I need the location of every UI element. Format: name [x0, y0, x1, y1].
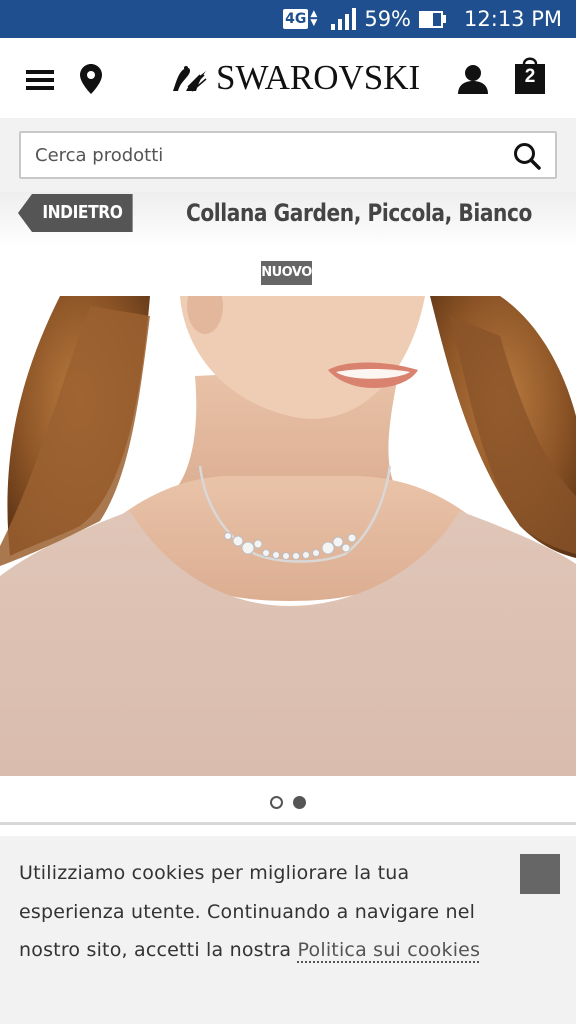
cookie-banner: Utilizziamo cookies per migliorare la tu…	[0, 836, 576, 1024]
shopping-bag-icon[interactable]: 2	[514, 54, 546, 94]
cookie-policy-link[interactable]: Politica sui cookies	[298, 939, 481, 961]
breadcrumb: INDIETRO Collana Garden, Piccola, Bianco	[0, 192, 576, 248]
search-bar	[0, 118, 576, 192]
battery-icon	[419, 10, 447, 28]
divider	[0, 822, 576, 825]
search-input[interactable]	[35, 133, 495, 177]
back-button[interactable]: INDIETRO	[18, 194, 135, 232]
back-arrow-icon	[18, 194, 32, 232]
carousel-indicator	[0, 790, 576, 814]
search-icon[interactable]	[513, 142, 541, 170]
menu-icon[interactable]	[26, 70, 54, 90]
carousel-dot-1[interactable]	[270, 795, 283, 809]
cart-count-badge: 2	[524, 66, 536, 87]
product-image[interactable]	[0, 296, 576, 776]
back-button-label: INDIETRO	[32, 194, 133, 232]
page-title: Collana Garden, Piccola, Bianco	[186, 199, 532, 227]
data-activity-icon: ▲ ▼	[310, 9, 318, 28]
cookie-close-button[interactable]	[520, 854, 560, 894]
app-header: SWAROVSKI 2	[0, 38, 576, 118]
carousel-dot-2[interactable]	[293, 795, 306, 809]
battery-percent: 59%	[364, 7, 412, 31]
brand-name: SWAROVSKI	[216, 58, 421, 97]
clock: 12:13 PM	[464, 7, 562, 31]
battery-level-fill	[421, 12, 433, 26]
user-icon[interactable]	[458, 64, 488, 94]
network-indicator: 4G ▲ ▼	[283, 9, 317, 29]
brand-logo[interactable]: SWAROVSKI	[170, 58, 420, 98]
cookie-message: Utilizziamo cookies per migliorare la tu…	[19, 854, 499, 970]
network-type-label: 4G	[283, 9, 309, 29]
swan-logo-icon	[173, 66, 207, 92]
signal-icon	[331, 8, 357, 30]
location-pin-icon[interactable]	[80, 64, 102, 94]
status-bar: 4G ▲ ▼ 59% 12:13 PM	[0, 0, 576, 38]
search-box	[19, 131, 557, 179]
new-badge: NUOVO	[261, 261, 312, 285]
